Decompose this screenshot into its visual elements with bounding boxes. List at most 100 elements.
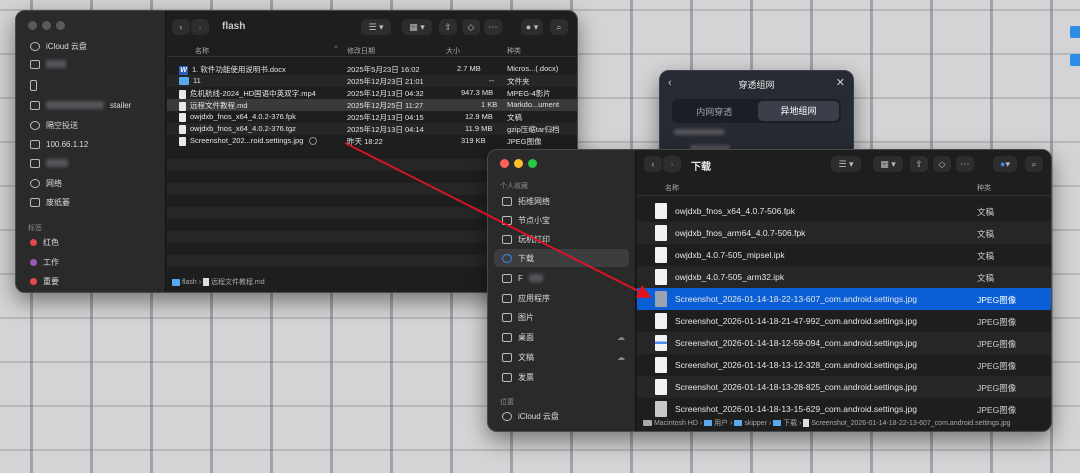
image-thumbnail-icon xyxy=(655,357,667,373)
table-row[interactable]: Screenshot_2026-01-14-18-13-28-825_com.a… xyxy=(637,376,1051,398)
tag-icon[interactable]: ◇ xyxy=(933,156,951,172)
zoom-button[interactable] xyxy=(56,21,65,30)
path-segment[interactable]: 用户 xyxy=(714,420,728,427)
column-name-header[interactable]: 名称 xyxy=(665,183,679,193)
sidebar-item-pictures[interactable]: 图片 xyxy=(488,308,635,326)
column-kind-header[interactable]: 种类 xyxy=(507,46,521,56)
cloud-icon: ☁ xyxy=(617,352,625,362)
close-button[interactable] xyxy=(500,159,509,168)
table-row[interactable]: owjdxb_4.0.7-505_mipsel.ipk 文稿 xyxy=(637,244,1051,266)
group-button[interactable]: ▦ ▾ xyxy=(873,156,903,172)
sidebar-item-network[interactable]: 网络 xyxy=(16,174,165,192)
tab-remote-network[interactable]: 异地组网 xyxy=(757,101,839,121)
share-icon[interactable]: ⇧ xyxy=(439,19,457,35)
table-row[interactable]: W 1. 软件功能使用说明书.docx 2025年5月23日 16:02 2.7 … xyxy=(167,63,577,75)
more-icon[interactable]: ⋯ xyxy=(484,19,502,35)
table-row[interactable]: 11 2025年12月23日 21:01 -- 文件夹 xyxy=(167,75,577,87)
table-row[interactable]: owjdxb_4.0.7-505_arm32.ipk 文稿 xyxy=(637,266,1051,288)
minimize-button[interactable] xyxy=(514,159,523,168)
share-icon[interactable]: ⇧ xyxy=(910,156,928,172)
sort-chevron-icon: ⌃ xyxy=(333,46,339,53)
sidebar-item-desktop[interactable]: 桌面 ☁ xyxy=(488,328,635,346)
file-list: owjdxb_fnos_x64_4.0.7-506.fpk 文稿 owjdxb_… xyxy=(637,200,1051,417)
sidebar-item-icloud[interactable]: iCloud 云盘 xyxy=(16,37,165,55)
table-row[interactable]: owjdxb_fnos_x64_4.0.2-376.tgz 2025年12月13… xyxy=(167,123,577,135)
action-dropdown[interactable]: ● ▾ xyxy=(521,19,543,35)
sidebar-item-f[interactable]: F xyxy=(488,269,635,287)
desktop-folder-icon[interactable] xyxy=(1070,26,1080,38)
back-button[interactable]: ‹ xyxy=(644,156,662,172)
path-segment[interactable]: flash xyxy=(182,279,197,286)
sidebar-item-icloud[interactable]: iCloud 云盘 xyxy=(488,407,635,425)
column-kind-header[interactable]: 种类 xyxy=(977,183,991,193)
sidebar-item-device-1[interactable] xyxy=(16,55,165,73)
tag-icon[interactable]: ◇ xyxy=(462,19,480,35)
file-name: owjdxb_fnos_x64_4.0.2-376.tgz xyxy=(190,124,296,133)
column-date-header[interactable]: 修改日期 xyxy=(347,46,375,56)
close-button[interactable] xyxy=(28,21,37,30)
table-row[interactable]: Screenshot_2026-01-14-18-13-15-629_com.a… xyxy=(637,398,1051,417)
table-row[interactable]: 危机航线-2024_HD国语中英双字.mp4 2025年12月13日 04:32… xyxy=(167,87,577,99)
path-segment[interactable]: 远程文件教程.md xyxy=(211,279,265,286)
file-kind: 文稿 xyxy=(507,113,522,122)
photo-icon xyxy=(502,312,512,322)
table-row[interactable]: Screenshot_202...roid.settings.jpg 昨天 18… xyxy=(167,135,577,147)
minimize-button[interactable] xyxy=(42,21,51,30)
sidebar-item-tag-important[interactable]: 重要 xyxy=(16,272,165,290)
table-row[interactable]: owjdxb_fnos_x64_4.0.7-506.fpk 文稿 xyxy=(637,200,1051,222)
sidebar-item-jiedian[interactable]: 节点小宝 xyxy=(488,211,635,229)
search-icon[interactable]: ⌕ xyxy=(550,19,568,35)
sidebar-item-device-2[interactable] xyxy=(16,76,165,94)
file-name: Screenshot_2026-01-14-18-21-47-992_com.a… xyxy=(675,316,917,326)
display-icon xyxy=(30,158,40,168)
sidebar-item-device-4[interactable] xyxy=(16,154,165,172)
sidebar-item-applications[interactable]: 应用程序 xyxy=(488,289,635,307)
path-segment[interactable]: skipper xyxy=(744,420,767,427)
sidebar-item-ip[interactable]: 100.66.1.12 xyxy=(16,135,165,153)
zoom-button[interactable] xyxy=(528,159,537,168)
sidebar-item-invoices[interactable]: 发票 xyxy=(488,368,635,386)
file-date: 昨天 18:22 xyxy=(347,137,383,146)
table-row-selected[interactable]: 远程文件教程.md 2025年12月25日 11:27 1 KB Markdo.… xyxy=(167,99,577,111)
table-row[interactable]: Screenshot_2026-01-14-18-13-12-328_com.a… xyxy=(637,354,1051,376)
more-icon[interactable]: ⋯ xyxy=(956,156,974,172)
sidebar-item-tag-work[interactable]: 工作 xyxy=(16,253,165,271)
group-button[interactable]: ▦ ▾ xyxy=(402,19,432,35)
sidebar-item-tag-red[interactable]: 红色 xyxy=(16,233,165,251)
sidebar-item-print[interactable]: 玩机打印 xyxy=(488,230,635,248)
sidebar-item-downloads[interactable]: 下载 xyxy=(494,249,629,267)
view-list-button[interactable]: ☰ ▾ xyxy=(831,156,861,172)
sidebar-item-label: 重要 xyxy=(43,276,59,286)
close-icon[interactable]: ✕ xyxy=(836,76,845,89)
forward-button[interactable]: › xyxy=(191,19,209,35)
sidebar-item-trash[interactable]: 废纸篓 xyxy=(16,193,165,211)
forward-button[interactable]: › xyxy=(663,156,681,172)
desktop-folder-icon[interactable] xyxy=(1070,54,1080,66)
column-name-header[interactable]: 名称 xyxy=(195,46,209,56)
search-icon[interactable]: ⌕ xyxy=(1025,156,1043,172)
path-segment[interactable]: Screenshot_2026-01-14-18-22-13-607_com.a… xyxy=(811,420,1010,427)
table-row-selected[interactable]: Screenshot_2026-01-14-18-22-13-607_com.a… xyxy=(637,288,1051,310)
sidebar-item-label: 工作 xyxy=(43,257,59,267)
path-segment[interactable]: Macintosh HD xyxy=(654,420,698,427)
sidebar-item-topway[interactable]: 拓维网络 xyxy=(488,192,635,210)
table-row[interactable]: owjdxb_fnos_arm64_4.0.7-506.fpk 文稿 xyxy=(637,222,1051,244)
table-row[interactable]: Screenshot_2026-01-14-18-21-47-992_com.a… xyxy=(637,310,1051,332)
table-row[interactable]: Screenshot_2026-01-14-18-12-59-094_com.a… xyxy=(637,332,1051,354)
sidebar-item-device-3[interactable]: stailer xyxy=(16,96,165,114)
file-name: 远程文件教程.md xyxy=(190,101,248,110)
tab-intranet[interactable]: 内网穿透 xyxy=(672,105,757,118)
column-size-header[interactable]: 大小 xyxy=(446,46,460,56)
folder-icon xyxy=(502,372,512,382)
file-kind: JPEG图像 xyxy=(977,361,1017,371)
document-icon xyxy=(655,247,667,263)
sidebar-item-documents[interactable]: 文稿 ☁ xyxy=(488,348,635,366)
sidebar-item-airdrop[interactable]: 隔空投送 xyxy=(16,116,165,134)
document-icon xyxy=(179,101,186,111)
path-segment[interactable]: 下载 xyxy=(783,420,797,427)
view-list-button[interactable]: ☰ ▾ xyxy=(361,19,391,35)
chevron-right-icon: › xyxy=(198,279,202,286)
back-button[interactable]: ‹ xyxy=(172,19,190,35)
action-dropdown[interactable]: ● ▾ xyxy=(993,156,1017,172)
table-row[interactable]: owjdxb_fnos_x64_4.0.2-376.fpk 2025年12月13… xyxy=(167,111,577,123)
